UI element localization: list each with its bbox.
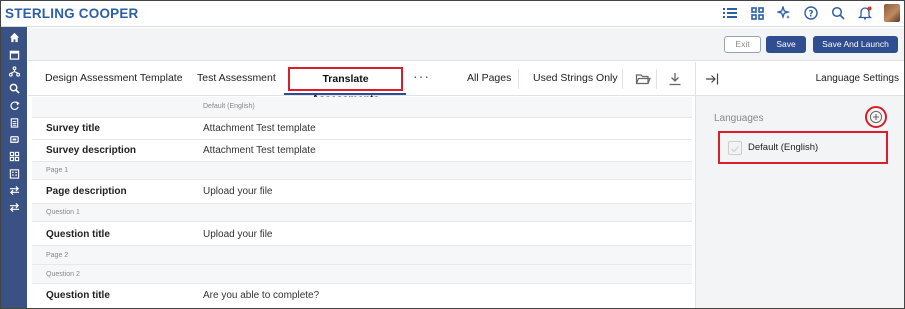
table-row[interactable]: Survey description Attachment Test templ… bbox=[32, 140, 692, 162]
row-key: Survey description bbox=[46, 145, 137, 156]
section-label: Question 2 bbox=[46, 271, 80, 278]
transfer-alt-icon[interactable] bbox=[1, 199, 27, 216]
top-bar: STERLING COOPER ? bbox=[1, 1, 904, 27]
grid-icon[interactable] bbox=[749, 5, 765, 21]
language-item-default-english[interactable]: Default (English) bbox=[726, 139, 882, 158]
svg-text:?: ? bbox=[808, 10, 813, 20]
more-options-button[interactable]: ··· bbox=[413, 68, 430, 84]
section-row: Question 1 bbox=[32, 204, 692, 222]
refresh-icon[interactable] bbox=[1, 97, 27, 114]
search-icon[interactable] bbox=[830, 5, 846, 21]
languages-label: Languages bbox=[714, 113, 764, 124]
section-label: Page 2 bbox=[46, 252, 69, 259]
tab-test-assessment[interactable]: Test Assessment bbox=[197, 72, 276, 84]
table-row[interactable]: Question title Upload your file bbox=[32, 222, 692, 246]
home-icon[interactable] bbox=[1, 29, 27, 46]
row-key: Question title bbox=[46, 229, 110, 240]
table-row[interactable]: Survey title Attachment Test template bbox=[32, 118, 692, 140]
transfer-icon[interactable] bbox=[1, 182, 27, 199]
section-label: Question 1 bbox=[46, 209, 80, 216]
collapse-panel-icon[interactable] bbox=[705, 72, 719, 86]
row-key: Survey title bbox=[46, 123, 100, 134]
building-icon[interactable] bbox=[1, 165, 27, 182]
clipboard-icon[interactable] bbox=[1, 114, 27, 131]
column-header-default-english: Default (English) bbox=[203, 103, 255, 110]
add-language-button[interactable] bbox=[865, 106, 887, 128]
row-value[interactable]: Attachment Test template bbox=[203, 123, 316, 134]
help-icon[interactable]: ? bbox=[803, 5, 819, 21]
used-strings-only-toggle[interactable]: Used Strings Only bbox=[533, 72, 618, 84]
row-value[interactable]: Upload your file bbox=[203, 229, 272, 240]
divider bbox=[622, 69, 623, 89]
all-pages-dropdown[interactable]: All Pages bbox=[467, 72, 511, 84]
section-label: Page 1 bbox=[46, 167, 69, 174]
hierarchy-icon[interactable] bbox=[1, 63, 27, 80]
swap-icon[interactable] bbox=[1, 131, 27, 148]
row-value[interactable]: Are you able to complete? bbox=[203, 290, 319, 301]
tab-design-assessment-template[interactable]: Design Assessment Template bbox=[45, 72, 183, 84]
folder-open-icon[interactable] bbox=[635, 71, 651, 87]
language-list-highlight: Default (English) bbox=[718, 131, 888, 164]
exit-button[interactable]: Exit bbox=[724, 36, 761, 53]
language-name: Default (English) bbox=[748, 142, 819, 153]
language-checkbox[interactable] bbox=[728, 141, 742, 155]
plus-circle-icon bbox=[869, 110, 883, 124]
avatar[interactable] bbox=[884, 4, 900, 22]
save-and-launch-button[interactable]: Save And Launch bbox=[813, 36, 898, 53]
panel-title: Language Settings bbox=[815, 73, 899, 84]
download-icon[interactable] bbox=[667, 71, 683, 87]
apps-icon[interactable] bbox=[1, 148, 27, 165]
table-row[interactable]: Question title Are you able to complete? bbox=[32, 284, 692, 308]
left-sidebar bbox=[1, 27, 27, 308]
table-row[interactable]: Page description Upload your file bbox=[32, 180, 692, 204]
divider bbox=[518, 69, 519, 89]
divider bbox=[656, 69, 657, 89]
translation-table: Default (English) Survey title Attachmen… bbox=[32, 97, 692, 308]
section-row: Question 2 bbox=[32, 265, 692, 284]
save-button[interactable]: Save bbox=[766, 36, 806, 53]
section-row: Page 1 bbox=[32, 162, 692, 180]
top-icons: ? bbox=[722, 4, 900, 22]
list-icon[interactable] bbox=[722, 5, 738, 21]
section-row: Page 2 bbox=[32, 246, 692, 265]
language-settings-panel: Language Settings Languages Default (Eng… bbox=[695, 62, 904, 308]
sparkle-icon[interactable] bbox=[776, 5, 792, 21]
row-value[interactable]: Upload your file bbox=[203, 186, 272, 197]
active-tab-indicator bbox=[284, 93, 406, 95]
row-value[interactable]: Attachment Test template bbox=[203, 145, 316, 156]
brand-logo[interactable]: STERLING COOPER bbox=[5, 6, 139, 21]
app-window: STERLING COOPER ? Exit Save Save And Lau… bbox=[0, 0, 905, 309]
bell-icon[interactable] bbox=[857, 5, 873, 21]
action-bar: Exit Save Save And Launch bbox=[28, 28, 904, 61]
row-key: Page description bbox=[46, 186, 127, 197]
check-icon bbox=[731, 146, 739, 153]
row-key: Question title bbox=[46, 290, 110, 301]
tab-translate-assessments[interactable]: Translate Assessments bbox=[288, 67, 403, 105]
tab-bar: Design Assessment Template Test Assessme… bbox=[28, 62, 695, 105]
calendar-icon[interactable] bbox=[1, 46, 27, 63]
search-icon[interactable] bbox=[1, 80, 27, 97]
table-header-row: Default (English) bbox=[32, 97, 692, 118]
panel-header: Language Settings bbox=[696, 62, 904, 96]
